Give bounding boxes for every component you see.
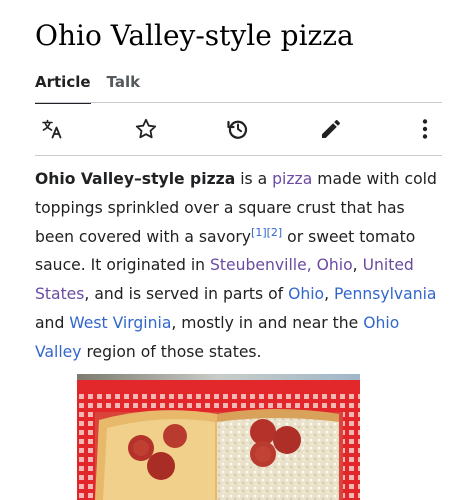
lead-text: and (35, 313, 70, 332)
star-icon (135, 118, 157, 139)
tab-article[interactable]: Article (35, 72, 91, 104)
lead-text: , mostly in and near the (171, 313, 364, 332)
edit-button[interactable] (318, 116, 344, 142)
language-icon (42, 119, 62, 139)
history-icon (227, 120, 248, 139)
lead-text: , and is served in parts of (84, 285, 289, 304)
link-ohio[interactable]: Ohio (288, 285, 324, 303)
citation-link-1[interactable]: [1] (251, 225, 267, 238)
watch-button[interactable] (133, 116, 159, 142)
lead-text: , (352, 256, 363, 275)
page-title: Ohio Valley-style pizza (35, 19, 354, 52)
citation-link-2[interactable]: [2] (267, 225, 283, 238)
link-pizza[interactable]: pizza (272, 170, 312, 188)
more-options-icon (422, 119, 428, 139)
citation-2: [2] (267, 225, 283, 238)
lead-text: is a (235, 170, 273, 188)
history-button[interactable] (225, 116, 251, 142)
lead-text: , (324, 285, 335, 304)
more-options-button[interactable] (412, 116, 438, 142)
lead-paragraph: Ohio Valley–style pizza is a pizza made … (35, 165, 445, 367)
lead-image[interactable] (77, 374, 360, 500)
page-actions-toolbar (35, 104, 442, 154)
edit-pencil-icon (322, 120, 340, 138)
toolbar-divider (35, 155, 442, 156)
citation-1: [1] (251, 225, 267, 238)
tab-talk[interactable]: Talk (107, 72, 141, 98)
language-button[interactable] (39, 116, 65, 142)
link-west-virginia[interactable]: West Virginia (69, 314, 171, 332)
namespace-tabs: Article Talk (35, 72, 141, 104)
lead-text: region of those states. (81, 342, 262, 361)
link-pennsylvania[interactable]: Pennsylvania (334, 285, 436, 303)
article-subject: Ohio Valley–style pizza (35, 170, 236, 188)
tabs-divider (35, 102, 442, 103)
pizza-photo (77, 374, 360, 500)
link-steubenville-ohio[interactable]: Steubenville, Ohio (210, 256, 353, 274)
